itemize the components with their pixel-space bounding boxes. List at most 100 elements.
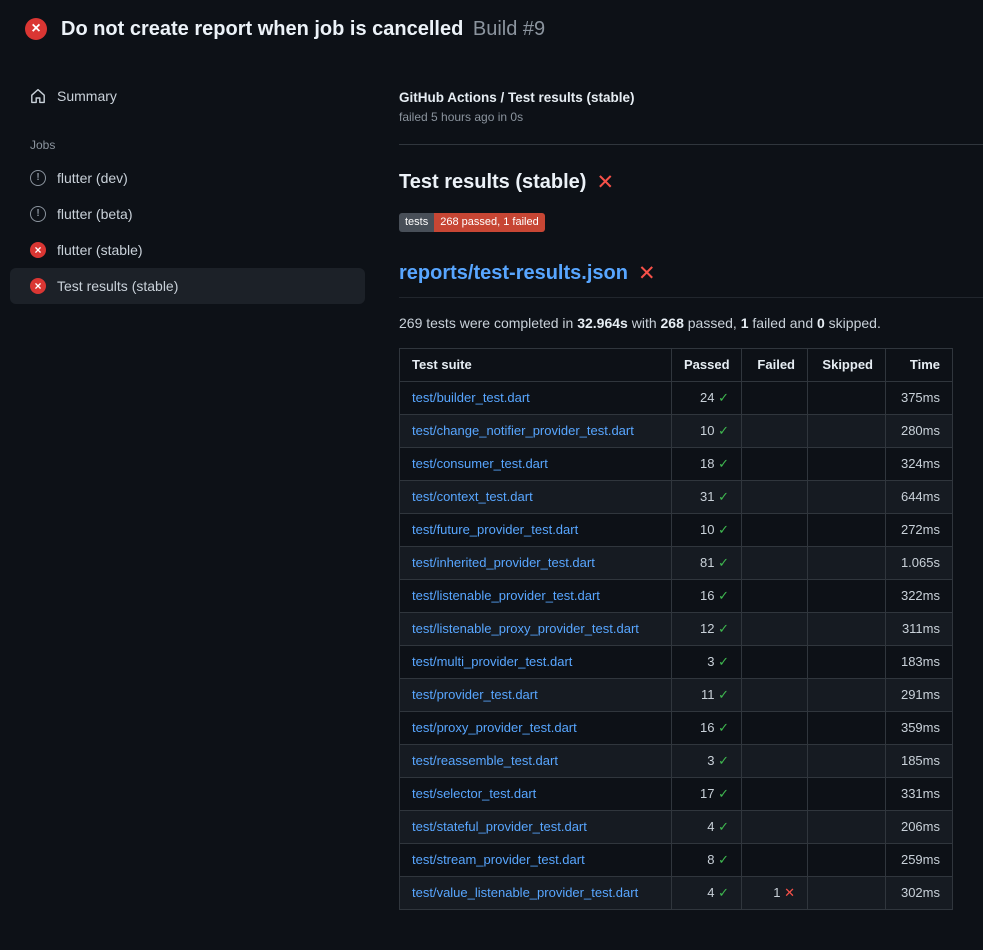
failed-cell: 1 ✕ [742,877,808,910]
check-icon: ✓ [718,390,729,405]
x-circle-icon [25,18,47,40]
home-icon [30,88,46,104]
column-header-skipped: Skipped [808,349,886,382]
time-cell: 185ms [886,745,953,778]
skipped-cell [808,613,886,646]
column-header-passed: Passed [672,349,742,382]
column-header-test-suite: Test suite [400,349,672,382]
passed-cell: 3 ✓ [672,745,742,778]
test-suite-link[interactable]: test/value_listenable_provider_test.dart [412,885,638,900]
x-icon: ✕ [784,885,795,900]
failed-cell [742,778,808,811]
table-row: test/reassemble_test.dart 3 ✓ 185ms [400,745,953,778]
count-value: 10 [700,522,718,537]
passed-cell: 12 ✓ [672,613,742,646]
failed-cell [742,481,808,514]
time-cell: 322ms [886,580,953,613]
time-cell: 291ms [886,679,953,712]
time-cell: 359ms [886,712,953,745]
passed-cell: 31 ✓ [672,481,742,514]
test-suite-link[interactable]: test/selector_test.dart [412,786,536,801]
test-suite-link[interactable]: test/provider_test.dart [412,687,538,702]
test-suite-link[interactable]: test/context_test.dart [412,489,533,504]
time-cell: 259ms [886,844,953,877]
check-icon: ✓ [718,786,729,801]
summary-text-3: passed, [684,315,741,331]
passed-cell: 4 ✓ [672,811,742,844]
passed-cell: 81 ✓ [672,547,742,580]
test-suite-link[interactable]: test/listenable_proxy_provider_test.dart [412,621,639,636]
test-suite-link[interactable]: test/multi_provider_test.dart [412,654,572,669]
count-value: 4 [707,819,718,834]
sidebar: Summary Jobs flutter (dev)flutter (beta)… [0,56,375,304]
suite-cell: test/change_notifier_provider_test.dart [400,415,672,448]
count-value: 12 [700,621,718,636]
sidebar-item-flutter-stable[interactable]: flutter (stable) [10,232,365,268]
suite-cell: test/multi_provider_test.dart [400,646,672,679]
check-icon: ✓ [718,687,729,702]
check-icon: ✓ [718,456,729,471]
sidebar-item-test-results-stable[interactable]: Test results (stable) [10,268,365,304]
sidebar-item-flutter-beta[interactable]: flutter (beta) [10,196,365,232]
table-row: test/listenable_provider_test.dart16 ✓32… [400,580,953,613]
test-suite-link[interactable]: test/stateful_provider_test.dart [412,819,587,834]
test-suite-link[interactable]: test/proxy_provider_test.dart [412,720,577,735]
test-suite-link[interactable]: test/stream_provider_test.dart [412,852,585,867]
count-value: 4 [707,885,718,900]
build-number: Build #9 [473,18,545,40]
time-cell: 324ms [886,448,953,481]
report-link[interactable]: reports/test-results.json [399,262,628,285]
check-icon: ✓ [718,423,729,438]
skipped-cell [808,712,886,745]
test-suite-link[interactable]: test/inherited_provider_test.dart [412,555,595,570]
skipped-cell [808,844,886,877]
suite-cell: test/listenable_proxy_provider_test.dart [400,613,672,646]
failed-cell [742,745,808,778]
table-row: test/value_listenable_provider_test.dart… [400,877,953,910]
table-row: test/stream_provider_test.dart 8 ✓ 259ms [400,844,953,877]
breadcrumb: GitHub Actions / Test results (stable) [399,90,983,105]
skipped-cell [808,745,886,778]
failed-cell [742,580,808,613]
time-cell: 311ms [886,613,953,646]
suite-cell: test/stateful_provider_test.dart [400,811,672,844]
test-suite-link[interactable]: test/listenable_provider_test.dart [412,588,600,603]
suite-cell: test/proxy_provider_test.dart [400,712,672,745]
passed-cell: 8 ✓ [672,844,742,877]
test-suite-link[interactable]: test/builder_test.dart [412,390,530,405]
skipped-count: 0 [817,315,825,331]
time-cell: 375ms [886,382,953,415]
x-circle-icon [30,278,46,294]
summary-text-5: skipped. [825,315,881,331]
passed-cell: 16 ✓ [672,712,742,745]
failed-cell [742,712,808,745]
test-suite-link[interactable]: test/future_provider_test.dart [412,522,578,537]
test-suite-link[interactable]: test/change_notifier_provider_test.dart [412,423,634,438]
sidebar-item-flutter-dev[interactable]: flutter (dev) [10,160,365,196]
check-icon: ✓ [718,654,729,669]
total-duration: 32.964s [577,315,628,331]
sidebar-item-label: Test results (stable) [57,278,178,294]
check-icon: ✓ [718,852,729,867]
test-suite-link[interactable]: test/consumer_test.dart [412,456,548,471]
time-cell: 280ms [886,415,953,448]
failed-cell [742,646,808,679]
count-value: 3 [707,654,718,669]
check-icon: ✓ [718,720,729,735]
passed-cell: 11 ✓ [672,679,742,712]
skipped-cell [808,646,886,679]
failed-cell [742,844,808,877]
table-row: test/multi_provider_test.dart3 ✓183ms [400,646,953,679]
summary-text-4: failed and [749,315,818,331]
body-row: Summary Jobs flutter (dev)flutter (beta)… [0,56,983,910]
time-cell: 302ms [886,877,953,910]
tests-badge: tests 268 passed, 1 failed [399,213,545,232]
table-row: test/inherited_provider_test.dart81 ✓1.0… [400,547,953,580]
test-suite-link[interactable]: test/reassemble_test.dart [412,753,558,768]
failed-cell [742,448,808,481]
sidebar-item-label: flutter (stable) [57,242,143,258]
sidebar-item-summary[interactable]: Summary [10,78,365,114]
time-cell: 206ms [886,811,953,844]
skipped-cell [808,679,886,712]
check-icon: ✓ [718,522,729,537]
